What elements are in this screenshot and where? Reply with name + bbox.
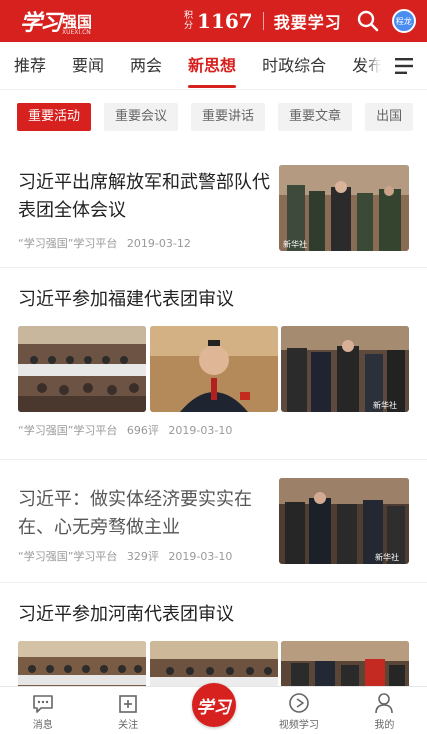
top-bar: 学习 强国 XUEXI.CN 积 分 1167 我要学习 程龙 <box>0 0 427 42</box>
news-list: 习近平出席解放军和武警部队代表团全体会议 “学习强国”学习平台 2019-03-… <box>0 150 427 727</box>
news-title: 习近平参加福建代表团审议 <box>18 289 234 310</box>
news-date: 2019-03-10 <box>168 424 233 437</box>
score-label-bottom: 分 <box>184 21 194 31</box>
study-button[interactable]: 我要学习 <box>274 9 342 33</box>
news-meta: “学习强国”学习平台 696评 2019-03-10 <box>18 422 409 438</box>
subtab-important-speeches[interactable]: 重要讲话 <box>191 103 266 131</box>
nav-video-label: 视频学习 <box>278 720 319 731</box>
news-meta: “学习强国”学习平台 329评 2019-03-10 <box>18 548 271 564</box>
tab-two-sessions[interactable]: 两会 <box>117 42 175 89</box>
nav-mine[interactable]: 我的 <box>342 687 427 734</box>
video-play-icon <box>289 693 309 713</box>
news-thumbnail: 新华社 <box>281 326 409 412</box>
category-tabs: 推荐 要闻 两会 新思想 时政综合 发布 <box>0 42 427 90</box>
sub-tabs: 重要活动 重要会议 重要讲话 重要文章 出国 <box>0 102 427 132</box>
nav-follow-label: 关注 <box>118 720 139 731</box>
nav-follow[interactable]: 关注 <box>85 687 170 734</box>
channel-menu-button[interactable] <box>381 42 427 89</box>
tab-new-thought[interactable]: 新思想 <box>175 42 249 89</box>
thumb-watermark: 新华社 <box>375 552 399 562</box>
nav-video[interactable]: 视频学习 <box>256 687 341 734</box>
news-item[interactable]: 习近平出席解放军和武警部队代表团全体会议 “学习强国”学习平台 2019-03-… <box>0 150 427 268</box>
subtab-important-activities[interactable]: 重要活动 <box>17 103 92 131</box>
logo-name: 强国 <box>62 13 93 31</box>
news-item[interactable]: 习近平：做实体经济要实实在在、心无旁骛做主业 “学习强国”学习平台 329评 2… <box>0 460 427 583</box>
news-comments: 696评 <box>126 424 159 437</box>
news-source: “学习强国”学习平台 <box>18 550 118 563</box>
score-display[interactable]: 积 分 1167 <box>184 9 253 33</box>
news-title: 习近平参加河南代表团审议 <box>18 604 234 625</box>
news-source: “学习强国”学习平台 <box>18 237 118 250</box>
tab-politics[interactable]: 时政综合 <box>249 42 339 89</box>
follow-icon <box>119 695 137 713</box>
avatar[interactable]: 程龙 <box>391 9 416 33</box>
header-divider <box>262 12 264 30</box>
bottom-nav: 消息 关注 学习 视频学习 我的 <box>0 683 427 734</box>
news-item[interactable]: 习近平参加福建代表团审议 新华社 “学习强国”学习平台 696评 2019-03… <box>0 268 427 460</box>
search-button[interactable] <box>356 9 380 33</box>
message-icon <box>32 695 53 713</box>
logo-script: 学习 <box>20 10 62 36</box>
tab-headlines[interactable]: 要闻 <box>59 42 117 89</box>
app-logo[interactable]: 学习 强国 XUEXI.CN <box>20 6 92 36</box>
news-thumbnail <box>149 326 278 412</box>
subtab-important-meetings[interactable]: 重要会议 <box>104 103 179 131</box>
study-home-button[interactable]: 学习 <box>191 683 236 727</box>
news-meta: “学习强国”学习平台 2019-03-12 <box>18 235 271 251</box>
news-comments: 329评 <box>126 550 159 563</box>
nav-messages-label: 消息 <box>32 720 53 731</box>
news-thumbnail: 新华社 <box>279 165 409 251</box>
tab-recommend[interactable]: 推荐 <box>0 42 59 89</box>
news-source: “学习强国”学习平台 <box>18 424 118 437</box>
search-icon <box>357 10 379 32</box>
menu-icon <box>395 58 413 74</box>
thumb-watermark: 新华社 <box>373 400 397 410</box>
news-thumbnail: 新华社 <box>279 478 409 564</box>
thumb-watermark: 新华社 <box>283 239 307 249</box>
news-date: 2019-03-10 <box>168 550 233 563</box>
subtab-important-articles[interactable]: 重要文章 <box>278 103 353 131</box>
nav-mine-label: 我的 <box>374 720 395 731</box>
subtab-overseas[interactable]: 出国 <box>365 103 414 131</box>
nav-messages[interactable]: 消息 <box>0 687 85 734</box>
news-date: 2019-03-12 <box>126 237 191 250</box>
logo-url: XUEXI.CN <box>62 29 91 36</box>
score-label-top: 积 <box>184 11 194 21</box>
user-icon <box>375 693 394 714</box>
score-value: 1167 <box>197 9 253 33</box>
news-thumbnail <box>18 326 146 412</box>
news-title: 习近平出席解放军和武警部队代表团全体会议 <box>18 172 270 221</box>
news-title: 习近平：做实体经济要实实在在、心无旁骛做主业 <box>18 489 252 538</box>
